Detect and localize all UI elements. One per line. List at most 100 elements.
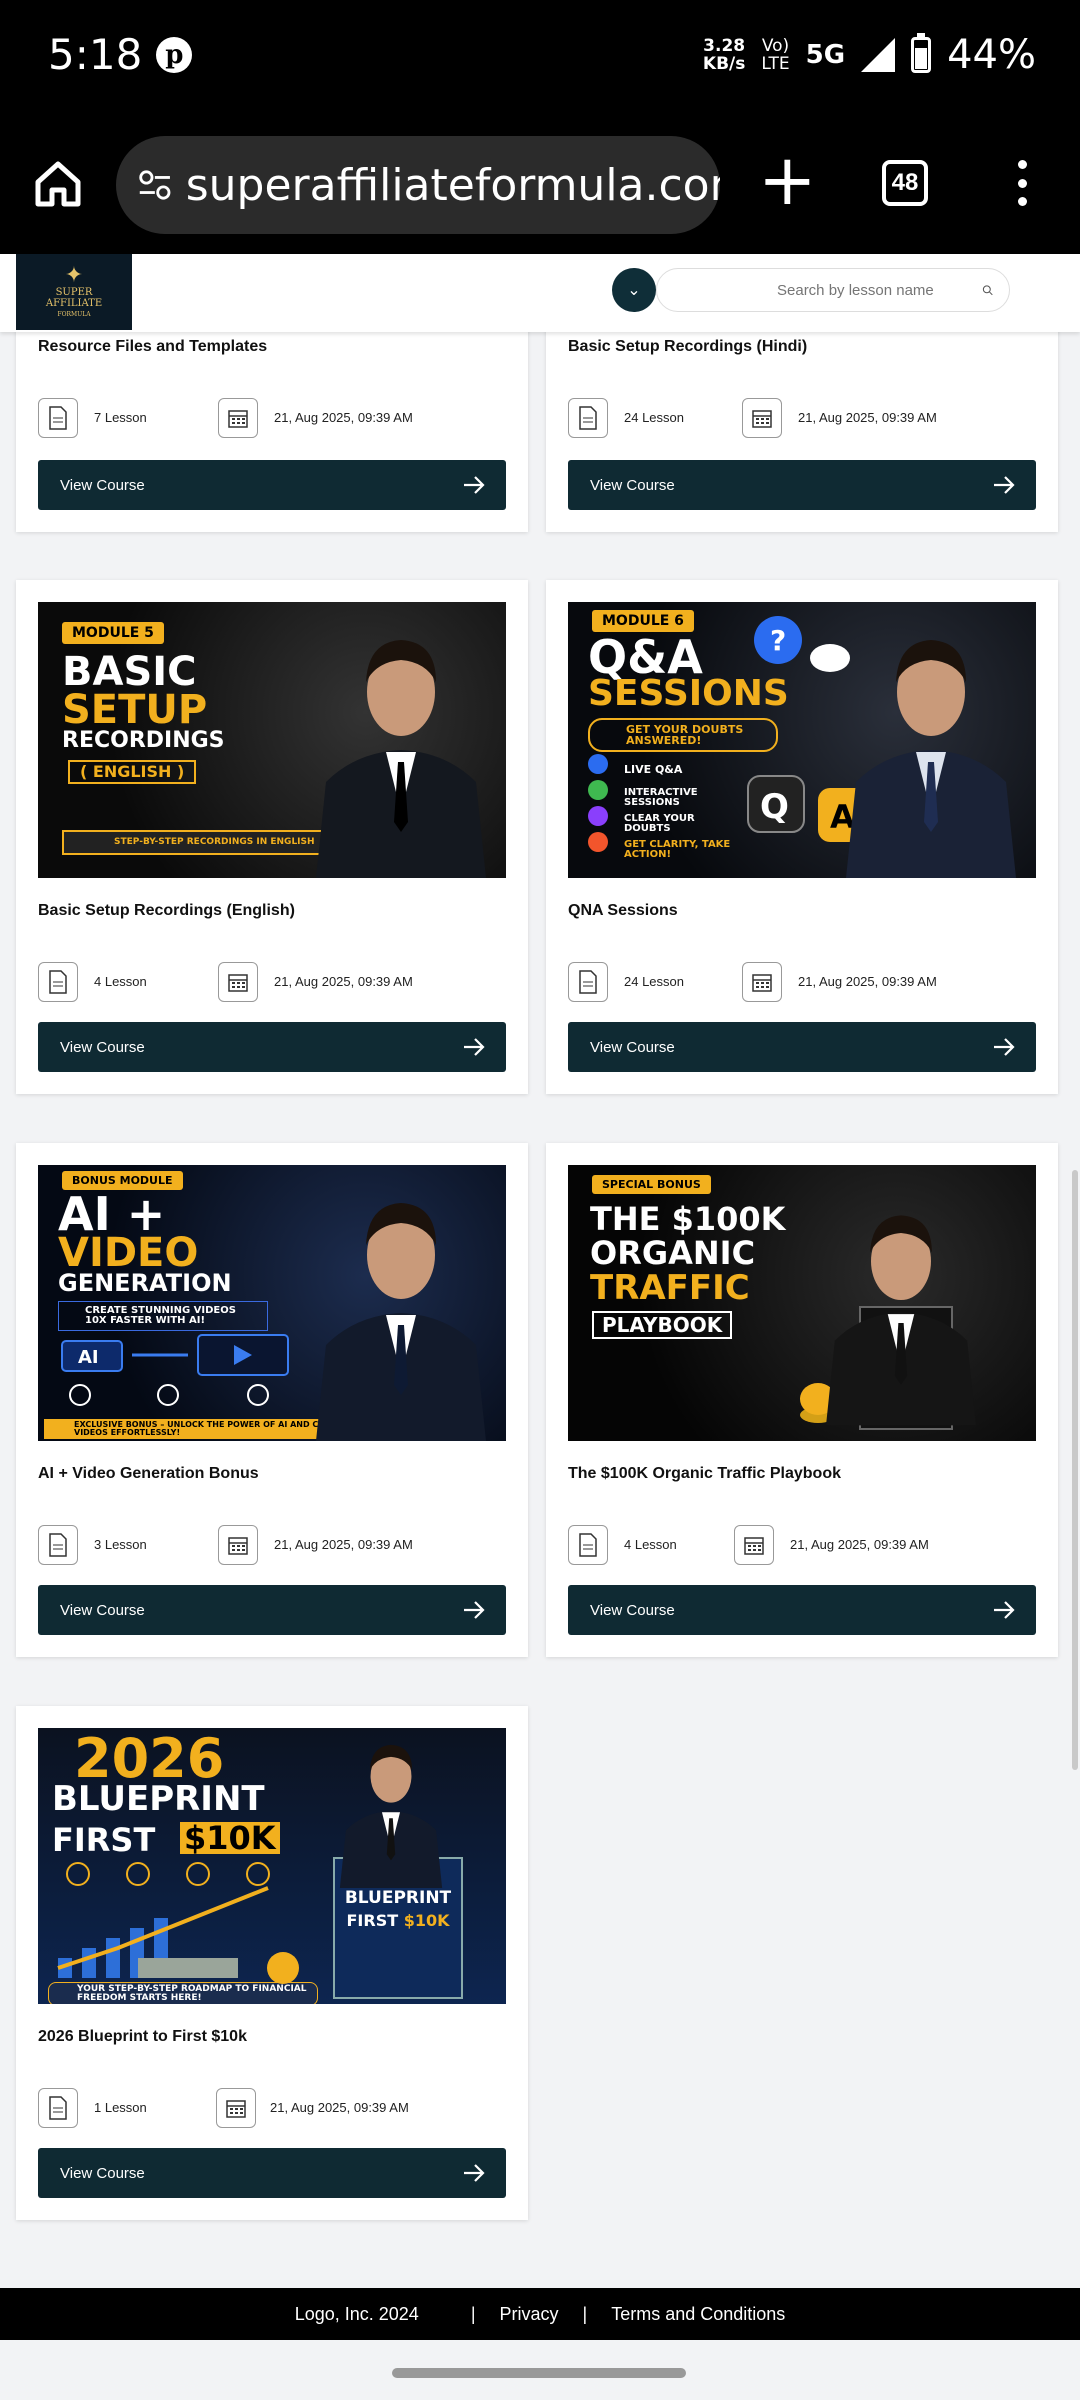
view-course-label: View Course — [60, 2164, 145, 2182]
view-course-button[interactable]: View Course — [38, 1585, 506, 1635]
lesson-count: 7 Lesson — [94, 410, 147, 425]
page-scrollbar[interactable] — [1072, 1170, 1078, 1770]
tab-switcher-button[interactable]: 48 — [882, 160, 928, 206]
logo-line1: SUPER — [55, 286, 93, 298]
course-date: 21, Aug 2025, 09:39 AM — [274, 1537, 413, 1552]
course-title[interactable]: Resource Files and Templates — [38, 338, 267, 356]
footer-separator: | — [582, 2303, 588, 2324]
site-header: ✦ SUPER AFFILIATE FORMULA ⌄ — [0, 254, 1080, 332]
course-thumbnail[interactable]: MODULE 5 BASIC SETUP RECORDINGS ( ENGLIS… — [38, 602, 506, 878]
logo-line3: FORMULA — [57, 310, 91, 318]
course-meta: 3 Lesson 21, Aug 2025, 09:39 AM — [38, 1525, 506, 1565]
document-icon — [38, 962, 78, 1002]
view-course-label: View Course — [590, 1038, 675, 1056]
signal-icon — [861, 38, 896, 72]
status-bar: 5:18 p 3.28 KB/s Vo) LTE 5G 44% — [0, 0, 1080, 120]
address-bar[interactable]: superaffiliateformula.com — [116, 136, 720, 234]
thumb-line: SETUP — [62, 687, 208, 733]
thumb-tag: MODULE 5 — [62, 622, 164, 644]
arrow-right-icon — [464, 2164, 485, 2182]
volte-indicator: Vo) LTE — [761, 37, 789, 73]
view-course-button[interactable]: View Course — [568, 1022, 1036, 1072]
course-meta: 1 Lesson 21, Aug 2025, 09:39 AM — [38, 2088, 506, 2128]
network-speed: 3.28 KB/s — [703, 37, 745, 73]
search-input[interactable] — [777, 281, 976, 299]
url-text: superaffiliateformula.com — [185, 159, 720, 211]
calendar-icon — [742, 398, 782, 438]
gesture-nav-handle[interactable] — [392, 2368, 686, 2378]
lesson-count: 4 Lesson — [624, 1537, 677, 1552]
course-title[interactable]: QNA Sessions — [568, 902, 678, 920]
presenter-image — [339, 1744, 443, 1888]
document-icon — [38, 1525, 78, 1565]
course-thumbnail[interactable]: MODULE 6 Q&A SESSIONS GET YOUR DOUBTS AN… — [568, 602, 1036, 878]
thumb-line: RECORDINGS — [62, 728, 225, 753]
arrow-right-icon — [464, 1038, 485, 1056]
course-title[interactable]: AI + Video Generation Bonus — [38, 1465, 259, 1483]
document-icon — [38, 2088, 78, 2128]
calendar-icon — [216, 2088, 256, 2128]
course-title[interactable]: 2026 Blueprint to First $10k — [38, 2028, 247, 2046]
course-date: 21, Aug 2025, 09:39 AM — [274, 410, 413, 425]
presenter-image — [826, 1215, 976, 1426]
volte-bottom: LTE — [761, 54, 790, 74]
lesson-count: 3 Lesson — [94, 1537, 147, 1552]
more-menu-icon[interactable] — [1012, 160, 1032, 206]
view-course-button[interactable]: View Course — [568, 460, 1036, 510]
course-date: 21, Aug 2025, 09:39 AM — [270, 2100, 409, 2115]
presenter-image — [846, 640, 1016, 878]
course-title[interactable]: The $100K Organic Traffic Playbook — [568, 1465, 841, 1483]
calendar-icon — [742, 962, 782, 1002]
footer-privacy-link[interactable]: Privacy — [500, 2304, 559, 2325]
course-thumbnail[interactable]: 2026 BLUEPRINT FIRST $10K YOUR STEP-BY-S… — [38, 1728, 506, 2004]
course-title[interactable]: Basic Setup Recordings (English) — [38, 902, 295, 920]
course-meta: 24 Lesson 21, Aug 2025, 09:39 AM — [568, 962, 1036, 1002]
footer-copyright: Logo, Inc. 2024 — [294, 2303, 419, 2324]
course-card: SPECIAL BONUS THE $100K ORGANIC TRAFFIC … — [546, 1143, 1058, 1657]
clock: 5:18 — [48, 30, 143, 79]
view-course-label: View Course — [60, 1601, 145, 1619]
pinterest-icon: p — [156, 36, 193, 73]
speed-value: 3.28 — [703, 36, 746, 56]
site-logo[interactable]: ✦ SUPER AFFILIATE FORMULA — [16, 254, 132, 330]
network-type: 5G — [805, 40, 846, 70]
logo-line2: AFFILIATE — [45, 297, 103, 309]
view-course-button[interactable]: View Course — [38, 2148, 506, 2198]
arrow-right-icon — [464, 476, 485, 494]
course-title[interactable]: Basic Setup Recordings (Hindi) — [568, 338, 807, 356]
svg-text:AI: AI — [78, 1347, 99, 1368]
arrow-right-icon — [994, 1038, 1015, 1056]
course-thumbnail[interactable]: BONUS MODULE AI + VIDEO GENERATION CREAT… — [38, 1165, 506, 1441]
thumb-line: BASIC — [62, 649, 197, 695]
document-icon — [568, 1525, 608, 1565]
view-course-button[interactable]: View Course — [38, 460, 506, 510]
view-course-label: View Course — [60, 1038, 145, 1056]
arrow-right-icon — [464, 1601, 485, 1619]
course-meta: 24 Lesson 21, Aug 2025, 09:39 AM — [568, 398, 1036, 438]
view-course-button[interactable]: View Course — [38, 1022, 506, 1072]
search-icon[interactable] — [982, 282, 993, 298]
calendar-icon — [734, 1525, 774, 1565]
presenter-image — [316, 640, 486, 878]
book-amount: $10K — [403, 1911, 450, 1930]
view-course-button[interactable]: View Course — [568, 1585, 1036, 1635]
home-icon[interactable] — [32, 158, 84, 210]
course-date: 21, Aug 2025, 09:39 AM — [798, 974, 937, 989]
course-date: 21, Aug 2025, 09:39 AM — [790, 1537, 929, 1552]
lesson-search[interactable] — [656, 268, 1010, 312]
site-footer: Logo, Inc. 2024 | Privacy | Terms and Co… — [0, 2288, 1080, 2340]
lesson-count: 24 Lesson — [624, 974, 684, 989]
new-tab-icon[interactable]: + — [758, 145, 817, 215]
presenter-image — [316, 1203, 486, 1441]
speed-unit: KB/s — [702, 54, 746, 74]
book-first: FIRST — [346, 1911, 399, 1930]
course-date: 21, Aug 2025, 09:39 AM — [798, 410, 937, 425]
view-course-label: View Course — [590, 476, 675, 494]
footer-separator: | — [470, 2303, 476, 2324]
site-settings-icon[interactable] — [136, 165, 174, 205]
thumb-line: ( ENGLISH ) — [68, 760, 197, 784]
chevron-down-icon[interactable]: ⌄ — [612, 268, 656, 312]
footer-terms-link[interactable]: Terms and Conditions — [611, 2304, 785, 2325]
course-thumbnail[interactable]: SPECIAL BONUS THE $100K ORGANIC TRAFFIC … — [568, 1165, 1036, 1441]
course-card: MODULE 6 Q&A SESSIONS GET YOUR DOUBTS AN… — [546, 580, 1058, 1094]
